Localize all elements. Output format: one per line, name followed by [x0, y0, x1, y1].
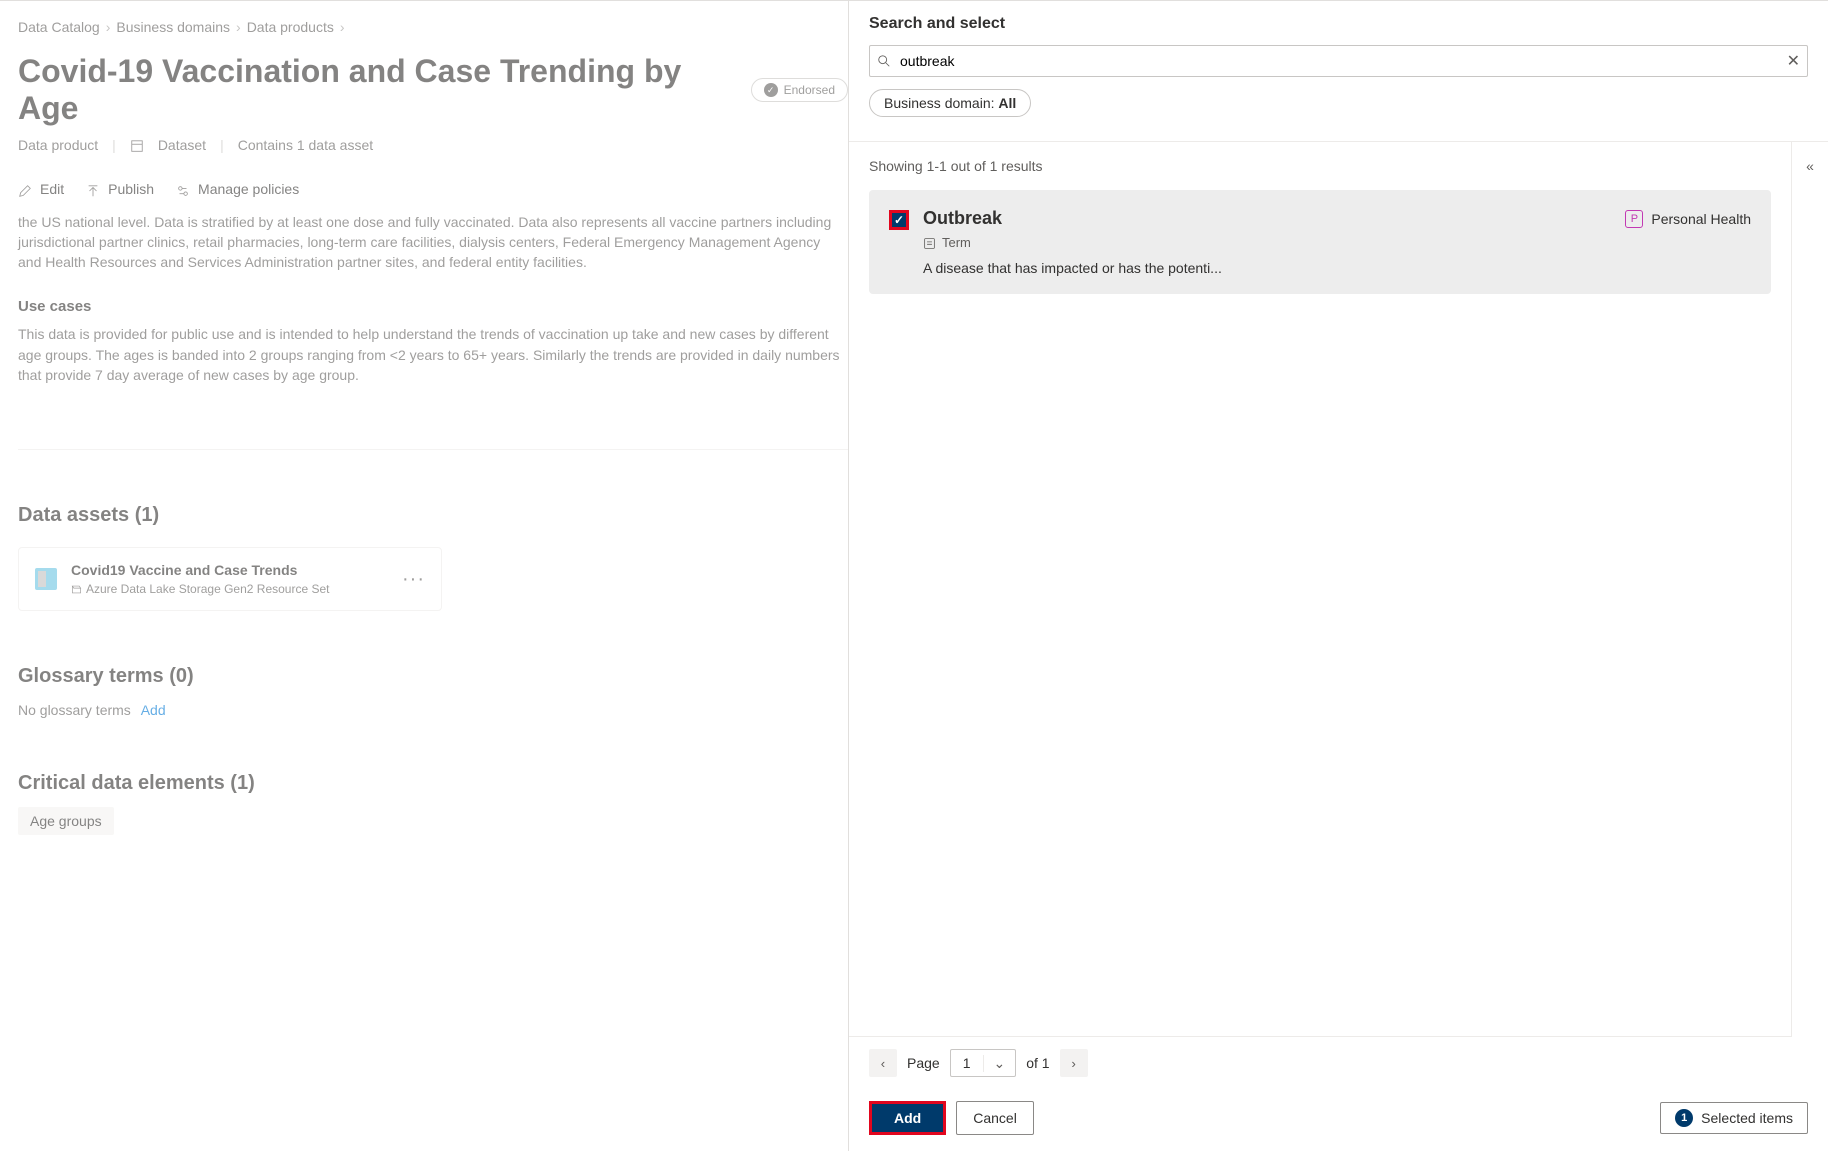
cancel-button[interactable]: Cancel — [956, 1101, 1034, 1135]
glossary-empty: No glossary terms — [18, 702, 131, 718]
data-asset-card[interactable]: Covid19 Vaccine and Case Trends Azure Da… — [18, 547, 442, 611]
edit-button[interactable]: Edit — [18, 181, 64, 197]
search-select-panel: Search and select ✕ Business domain: All… — [848, 1, 1828, 1151]
selected-items-button[interactable]: 1 Selected items — [1660, 1102, 1808, 1134]
divider — [18, 449, 848, 450]
add-glossary-link[interactable]: Add — [141, 702, 166, 718]
meta-row: Data product | Dataset | Contains 1 data… — [18, 137, 848, 153]
business-domain-filter[interactable]: Business domain: All — [869, 89, 1031, 117]
results-count: Showing 1-1 out of 1 results — [869, 158, 1771, 174]
data-assets-heading: Data assets (1) — [18, 504, 848, 527]
datalake-icon — [35, 568, 57, 590]
breadcrumb-item[interactable]: Data Catalog — [18, 19, 100, 35]
meta-count: Contains 1 data asset — [238, 137, 373, 153]
critical-element-chip[interactable]: Age groups — [18, 807, 114, 835]
next-page-button[interactable]: › — [1060, 1049, 1088, 1077]
collapse-right-button[interactable]: « — [1806, 158, 1814, 174]
description-continued: the US national level. Data is stratifie… — [18, 212, 840, 273]
page-select[interactable]: 1 ⌄ — [950, 1049, 1017, 1077]
endorsed-check-icon — [764, 83, 778, 97]
chevron-right-icon: › — [236, 19, 241, 35]
result-type: Term — [942, 235, 971, 250]
glossary-heading: Glossary terms (0) — [18, 665, 848, 688]
clear-icon[interactable]: ✕ — [1787, 51, 1800, 71]
dataset-icon — [130, 137, 144, 153]
result-title: Outbreak — [923, 208, 1002, 229]
panel-title: Search and select — [869, 15, 1808, 33]
publish-icon — [86, 181, 100, 197]
critical-heading: Critical data elements (1) — [18, 772, 848, 795]
chevron-right-icon: › — [106, 19, 111, 35]
page-title: Covid-19 Vaccination and Case Trending b… — [18, 53, 739, 127]
term-icon — [923, 235, 936, 250]
chevron-down-icon[interactable]: ⌄ — [983, 1055, 1016, 1072]
breadcrumb-item[interactable]: Data products — [247, 19, 334, 35]
breadcrumb: Data Catalog › Business domains › Data p… — [18, 19, 848, 35]
result-domain-tag: P Personal Health — [1625, 210, 1751, 228]
result-checkbox[interactable] — [889, 210, 909, 230]
meta-type: Data product — [18, 137, 98, 153]
endorsed-badge: Endorsed — [751, 78, 848, 102]
prev-page-button[interactable]: ‹ — [869, 1049, 897, 1077]
pencil-icon — [18, 181, 32, 197]
selected-count-badge: 1 — [1675, 1109, 1693, 1127]
breadcrumb-item[interactable]: Business domains — [116, 19, 230, 35]
page-label: Page — [907, 1055, 940, 1071]
chevron-right-icon: › — [340, 19, 345, 35]
use-cases-heading: Use cases — [18, 296, 840, 318]
page-of: of 1 — [1026, 1055, 1049, 1071]
use-cases-text: This data is provided for public use and… — [18, 324, 840, 385]
manage-policies-button[interactable]: Manage policies — [176, 181, 299, 197]
add-button[interactable]: Add — [869, 1101, 946, 1135]
search-input[interactable] — [869, 45, 1808, 77]
action-bar: Edit Publish Manage policies — [18, 181, 848, 197]
result-description: A disease that has impacted or has the p… — [923, 260, 1751, 276]
asset-subtype: Azure Data Lake Storage Gen2 Resource Se… — [86, 582, 329, 596]
publish-button[interactable]: Publish — [86, 181, 154, 197]
result-card[interactable]: Outbreak P Personal Health Term — [869, 190, 1771, 294]
asset-name: Covid19 Vaccine and Case Trends — [71, 562, 388, 578]
endorsed-label: Endorsed — [784, 83, 835, 97]
policies-icon — [176, 181, 190, 197]
pagination: ‹ Page 1 ⌄ of 1 › — [849, 1036, 1792, 1089]
domain-letter-icon: P — [1625, 210, 1643, 228]
resource-set-icon — [71, 582, 82, 596]
more-button[interactable]: ··· — [402, 568, 425, 591]
meta-kind: Dataset — [158, 137, 206, 153]
